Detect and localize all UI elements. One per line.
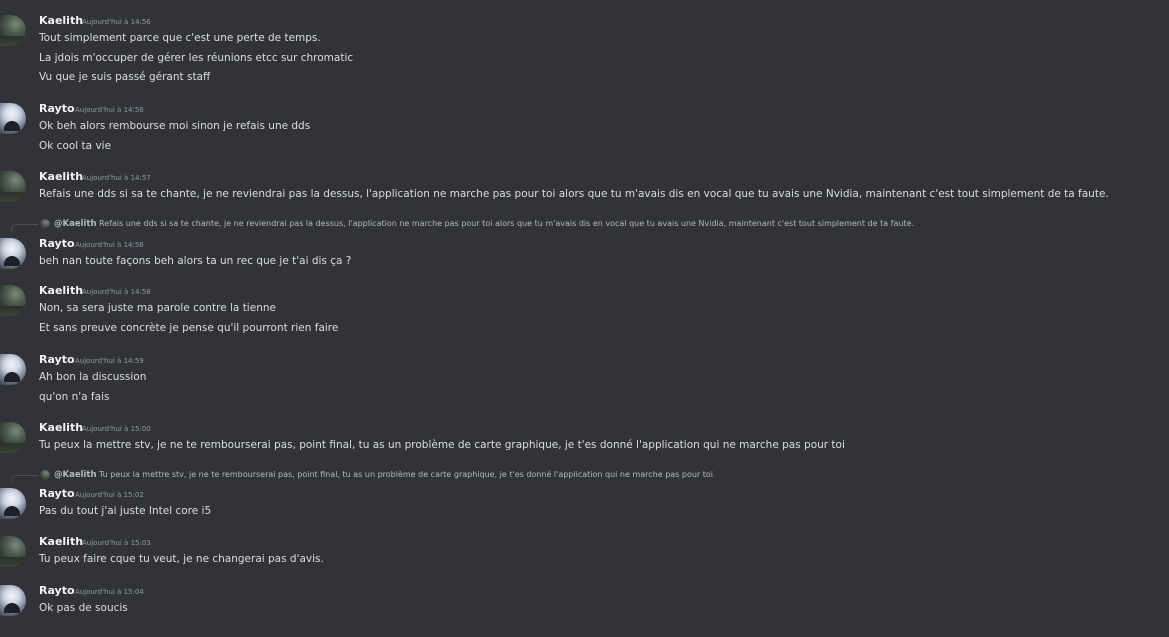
user-avatar[interactable] [0, 103, 26, 134]
username[interactable]: Kaelith [39, 284, 83, 298]
message-text: Ok beh alors rembourse moi sinon je refa… [39, 120, 311, 132]
user-avatar[interactable] [0, 585, 26, 616]
message-timestamp: Aujourd'hui à 15:03 [82, 539, 151, 547]
reply-spine [11, 475, 38, 483]
message-text: qu'on n'a fais [39, 390, 110, 403]
reply-author[interactable]: @Kaelith [54, 218, 97, 230]
username[interactable]: Kaelith [39, 14, 83, 28]
username[interactable]: Kaelith [39, 421, 83, 435]
user-avatar[interactable] [0, 488, 26, 519]
message-text: Pas du tout j'ai juste Intel core i5 [39, 505, 212, 517]
username[interactable]: Rayto [39, 237, 75, 251]
message-text: Tout simplement parce que c'est une pert… [39, 32, 321, 44]
user-avatar[interactable] [0, 15, 26, 46]
chat-message-list: Kaelith Aujourd'hui à 14:56 Tout simplemen… [0, 0, 1169, 637]
username[interactable]: Kaelith [39, 170, 83, 184]
message-text: Tu peux la mettre stv, je ne te rembours… [39, 439, 845, 451]
username[interactable]: Kaelith [39, 535, 83, 549]
message-timestamp: Aujourd'hui à 14:57 [82, 174, 151, 182]
reply-text[interactable]: Tu peux la mettre stv, je ne te rembours… [99, 469, 713, 481]
message-text: Non, sa sera juste ma parole contre la t… [39, 302, 276, 314]
reply-avatar[interactable] [40, 219, 50, 229]
message-text: Refais une dds si sa te chante, je ne re… [39, 188, 1109, 200]
reply-preview[interactable]: @Kaelith Tu peux la mettre stv, je ne te … [0, 469, 1169, 483]
user-avatar[interactable] [0, 354, 26, 385]
message-timestamp: Aujourd'hui à 15:04 [75, 588, 144, 596]
message-timestamp: Aujourd'hui à 14:58 [75, 241, 144, 249]
message-text: Tu peux faire cque tu veut, je ne change… [39, 553, 324, 565]
reply-author[interactable]: @Kaelith [54, 469, 97, 481]
message-text: La jdois m'occuper de gérer les réunions… [39, 51, 354, 64]
message-timestamp: Aujourd'hui à 15:02 [75, 491, 144, 499]
reply-spine [11, 224, 38, 232]
username[interactable]: Rayto [39, 102, 75, 116]
message-text: Ah bon la discussion [39, 371, 147, 383]
message-timestamp: Aujourd'hui à 15:00 [82, 425, 151, 433]
message-text: Vu que je suis passé gérant staff [39, 71, 211, 83]
reply-preview[interactable]: @Kaelith Refais une dds si sa te chante, … [0, 218, 1169, 232]
message-text: beh nan toute façons beh alors ta un rec… [39, 255, 352, 267]
username[interactable]: Rayto [39, 353, 75, 367]
message-timestamp: Aujourd'hui à 14:56 [82, 18, 151, 26]
username[interactable]: Rayto [39, 487, 75, 501]
user-avatar[interactable] [0, 536, 26, 567]
message-timestamp: Aujourd'hui à 14:58 [82, 288, 151, 296]
reply-text[interactable]: Refais une dds si sa te chante, je ne re… [99, 218, 914, 230]
user-avatar[interactable] [0, 238, 26, 269]
user-avatar[interactable] [0, 285, 26, 316]
username[interactable]: Rayto [39, 584, 75, 598]
message-text: Ok pas de soucis [39, 602, 128, 614]
message-text: Ok cool ta vie [39, 139, 112, 152]
message-text: Et sans preuve concrète je pense qu'il p… [39, 321, 339, 334]
user-avatar[interactable] [0, 422, 26, 453]
message-timestamp: Aujourd'hui à 14:56 [75, 106, 144, 114]
user-avatar[interactable] [0, 171, 26, 202]
message-timestamp: Aujourd'hui à 14:59 [75, 357, 144, 365]
reply-avatar[interactable] [40, 470, 50, 480]
